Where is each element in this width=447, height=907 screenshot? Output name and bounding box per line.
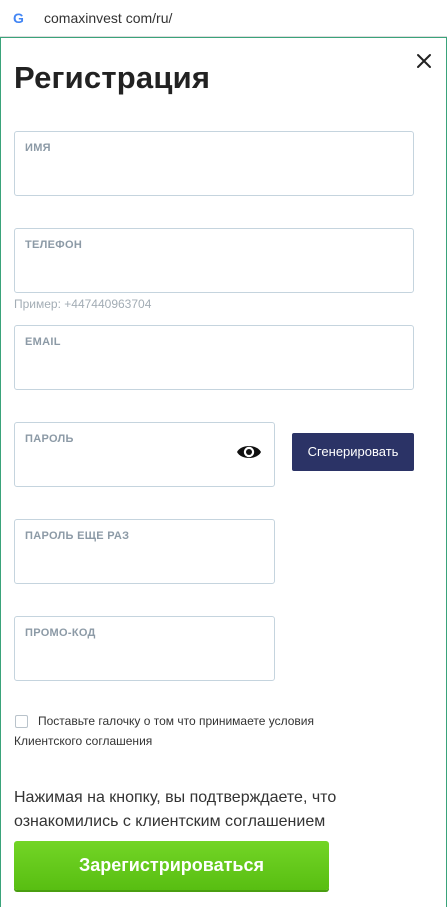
- google-logo-icon: G: [13, 10, 24, 26]
- password-input[interactable]: [24, 453, 223, 477]
- page-title: Регистрация: [14, 60, 211, 95]
- password-repeat-field[interactable]: ПАРОЛЬ ЕЩЕ РАЗ: [14, 519, 275, 584]
- agreement-link[interactable]: Клиентского соглашения: [14, 734, 152, 748]
- name-field[interactable]: ИМЯ: [14, 131, 414, 196]
- name-field-label: ИМЯ: [25, 142, 51, 154]
- browser-address-bar[interactable]: G comaxinvest com/ru/: [0, 0, 447, 37]
- agreement-notice: Нажимая на кнопку, вы подтверждаете, что…: [14, 789, 337, 830]
- agreement-text-line1: Поставьте галочку о том что принимаете у…: [38, 714, 314, 728]
- promo-code-field-label: ПРОМО-КОД: [25, 627, 96, 639]
- eye-icon[interactable]: [236, 442, 262, 462]
- password-field-label: ПАРОЛЬ: [25, 433, 74, 445]
- register-button[interactable]: Зарегистрироваться: [14, 841, 329, 890]
- close-icon[interactable]: [415, 52, 433, 70]
- url-text[interactable]: comaxinvest com/ru/: [44, 10, 172, 26]
- email-field[interactable]: EMAIL: [14, 325, 414, 390]
- password-repeat-field-label: ПАРОЛЬ ЕЩЕ РАЗ: [25, 530, 130, 542]
- agreement-checkbox[interactable]: [15, 715, 28, 728]
- password-repeat-input[interactable]: [24, 550, 223, 574]
- phone-input[interactable]: [24, 259, 362, 283]
- email-field-label: EMAIL: [25, 336, 61, 348]
- promo-code-field[interactable]: ПРОМО-КОД: [14, 616, 275, 681]
- email-input[interactable]: [24, 356, 362, 380]
- name-input[interactable]: [24, 162, 362, 186]
- promo-code-input[interactable]: [24, 647, 223, 671]
- phone-hint: Пример: +447440963704: [14, 297, 152, 311]
- phone-field[interactable]: ТЕЛЕФОН: [14, 228, 414, 293]
- phone-field-label: ТЕЛЕФОН: [25, 239, 83, 251]
- generate-password-button[interactable]: Сгенерировать: [292, 433, 414, 471]
